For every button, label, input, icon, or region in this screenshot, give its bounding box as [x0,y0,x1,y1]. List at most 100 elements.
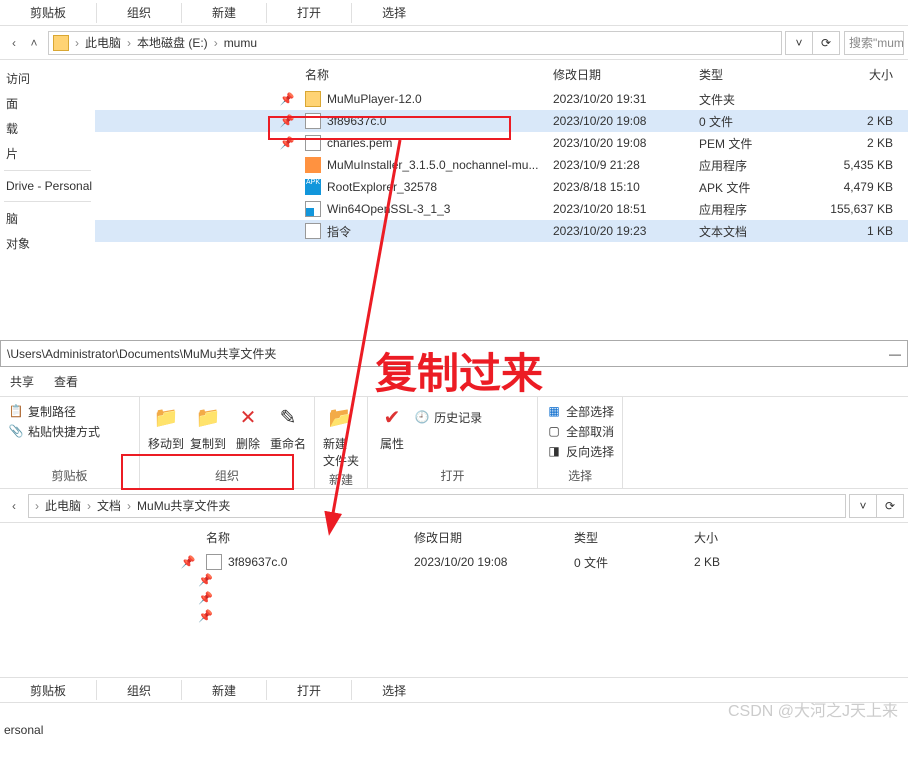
col-name[interactable]: 名称 [295,66,553,83]
file-icon [305,135,321,151]
nav-back-button[interactable]: ‹ [4,499,24,513]
chevron-right-icon[interactable]: › [125,499,133,513]
file-size: 2 KB [819,114,907,128]
chevron-right-icon[interactable]: › [125,36,133,50]
window-1-file-list: 名称 修改日期 类型 大小 📌MuMuPlayer-12.02023/10/20… [95,60,908,310]
file-date: 2023/10/20 19:08 [553,114,699,128]
chevron-right-icon[interactable]: › [73,36,81,50]
file-icon [206,554,222,570]
file-type: 0 文件 [574,554,694,571]
sidebar-item[interactable]: 片 [4,141,91,166]
window-1-body: 访问 面 载 片 Drive - Personal 脑 对象 名称 修改日期 类… [0,60,908,310]
minimize-button[interactable]: — [889,347,901,361]
col-name[interactable]: 名称 [196,529,414,546]
nav-up-button[interactable]: ˄ [24,36,44,50]
invert-selection-button[interactable]: ◨反向选择 [546,441,614,461]
file-name: 3f89637c.0 [327,114,386,128]
sidebar-item[interactable]: 脑 [4,206,91,231]
file-name: charles.pem [327,136,392,150]
select-none-button[interactable]: ▢全部取消 [546,421,614,441]
breadcrumb-item[interactable]: MuMu共享文件夹 [133,497,234,514]
tab-share[interactable]: 共享 [10,373,34,390]
file-name: RootExplorer_32578 [327,180,437,194]
window-2-body: 名称 修改日期 类型 大小 📌3f89637c.02023/10/20 19:0… [0,523,908,703]
refresh-button[interactable]: ⟳ [876,494,904,518]
col-type[interactable]: 类型 [574,529,694,546]
sidebar-item[interactable]: 对象 [4,231,91,256]
file-row[interactable]: 📌3f89637c.02023/10/20 19:080 文件2 KB [95,110,908,132]
apk-icon: APK [305,179,321,195]
cube-icon [305,157,321,173]
file-type: 应用程序 [699,157,819,174]
file-row[interactable]: MuMuInstaller_3.1.5.0_nochannel-mu...202… [95,154,908,176]
move-to-button[interactable]: 📁移动到 [148,401,184,452]
select-all-button[interactable]: ▦全部选择 [546,401,614,421]
rename-button[interactable]: ✎重命名 [270,401,306,452]
ribbon-group-label: 打开 [376,465,529,484]
ribbon-group-open: 打开 [267,0,351,25]
file-size: 2 KB [694,555,774,569]
copy-path-button[interactable]: 📋复制路径 [8,401,76,421]
file-date: 2023/10/9 21:28 [553,158,699,172]
breadcrumb-item[interactable]: 文档 [93,497,125,514]
paste-shortcut-button[interactable]: 📎粘贴快捷方式 [8,421,100,441]
file-size: 2 KB [819,136,907,150]
window-2-address-bar: ‹ › 此电脑 › 文档 › MuMu共享文件夹 ˅ ⟳ [0,489,908,523]
file-row[interactable]: 📌3f89637c.02023/10/20 19:080 文件2 KB [60,551,908,573]
properties-button[interactable]: ✔属性 [376,401,408,452]
history-button[interactable]: 🕘历史记录 [414,407,482,427]
file-date: 2023/10/20 19:08 [414,555,574,569]
breadcrumb-item[interactable]: 此电脑 [81,34,125,51]
search-input[interactable]: 搜索"mum [844,31,904,55]
file-row[interactable]: APKRootExplorer_325782023/8/18 15:10APK … [95,176,908,198]
col-date[interactable]: 修改日期 [553,66,699,83]
chevron-right-icon[interactable]: › [212,36,220,50]
file-name: 指令 [327,223,351,240]
file-row[interactable]: Win64OpenSSL-3_1_32023/10/20 18:51应用程序15… [95,198,908,220]
col-date[interactable]: 修改日期 [414,529,574,546]
file-name: Win64OpenSSL-3_1_3 [327,202,450,216]
address-dropdown-button[interactable]: ˅ [849,494,877,518]
file-icon [305,113,321,129]
file-size: 4,479 KB [819,180,907,194]
sidebar-item[interactable]: Drive - Personal [4,175,91,197]
new-folder-button[interactable]: 📂新建 文件夹 [323,401,359,469]
exe-icon [305,201,321,217]
tab-view[interactable]: 查看 [54,373,78,390]
ribbon-group-select: 选择 [352,0,436,25]
chevron-right-icon[interactable]: › [33,499,41,513]
file-row[interactable]: 指令2023/10/20 19:23文本文档1 KB [95,220,908,242]
nav-back-button[interactable]: ‹ [4,36,24,50]
delete-button[interactable]: ✕删除 [232,401,264,452]
watermark: CSDN @大河之J天上来 [728,697,898,721]
column-headers: 名称 修改日期 类型 大小 [95,60,908,88]
copy-to-button[interactable]: 📁复制到 [190,401,226,452]
col-size[interactable]: 大小 [694,529,774,546]
ribbon-group-new: 新建 [182,0,266,25]
folder-icon [305,91,321,107]
ribbon-group-label: 组织 [148,465,306,484]
col-size[interactable]: 大小 [819,66,907,83]
col-type[interactable]: 类型 [699,66,819,83]
window-2-file-list: 名称 修改日期 类型 大小 📌3f89637c.02023/10/20 19:0… [60,523,908,703]
file-row[interactable]: 📌MuMuPlayer-12.02023/10/20 19:31文件夹 [95,88,908,110]
file-type: 0 文件 [699,113,819,130]
file-date: 2023/10/20 18:51 [553,202,699,216]
file-type: PEM 文件 [699,135,819,152]
breadcrumb-item[interactable]: 此电脑 [41,497,85,514]
file-size: 1 KB [819,224,907,238]
breadcrumb-box[interactable]: › 此电脑 › 本地磁盘 (E:) › mumu [48,31,782,55]
breadcrumb-item[interactable]: mumu [220,36,261,50]
sidebar-item[interactable]: 载 [4,116,91,141]
chevron-right-icon[interactable]: › [85,499,93,513]
sidebar-item[interactable]: 访问 [4,66,91,91]
sidebar-item[interactable]: 面 [4,91,91,116]
file-date: 2023/10/20 19:31 [553,92,699,106]
address-dropdown-button[interactable]: ˅ [785,31,813,55]
breadcrumb-box[interactable]: › 此电脑 › 文档 › MuMu共享文件夹 [28,494,846,518]
ribbon-group-label: 新建 [323,469,359,488]
refresh-button[interactable]: ⟳ [812,31,840,55]
file-row[interactable]: 📌charles.pem2023/10/20 19:08PEM 文件2 KB [95,132,908,154]
file-type: 文件夹 [699,91,819,108]
breadcrumb-item[interactable]: 本地磁盘 (E:) [133,34,212,51]
